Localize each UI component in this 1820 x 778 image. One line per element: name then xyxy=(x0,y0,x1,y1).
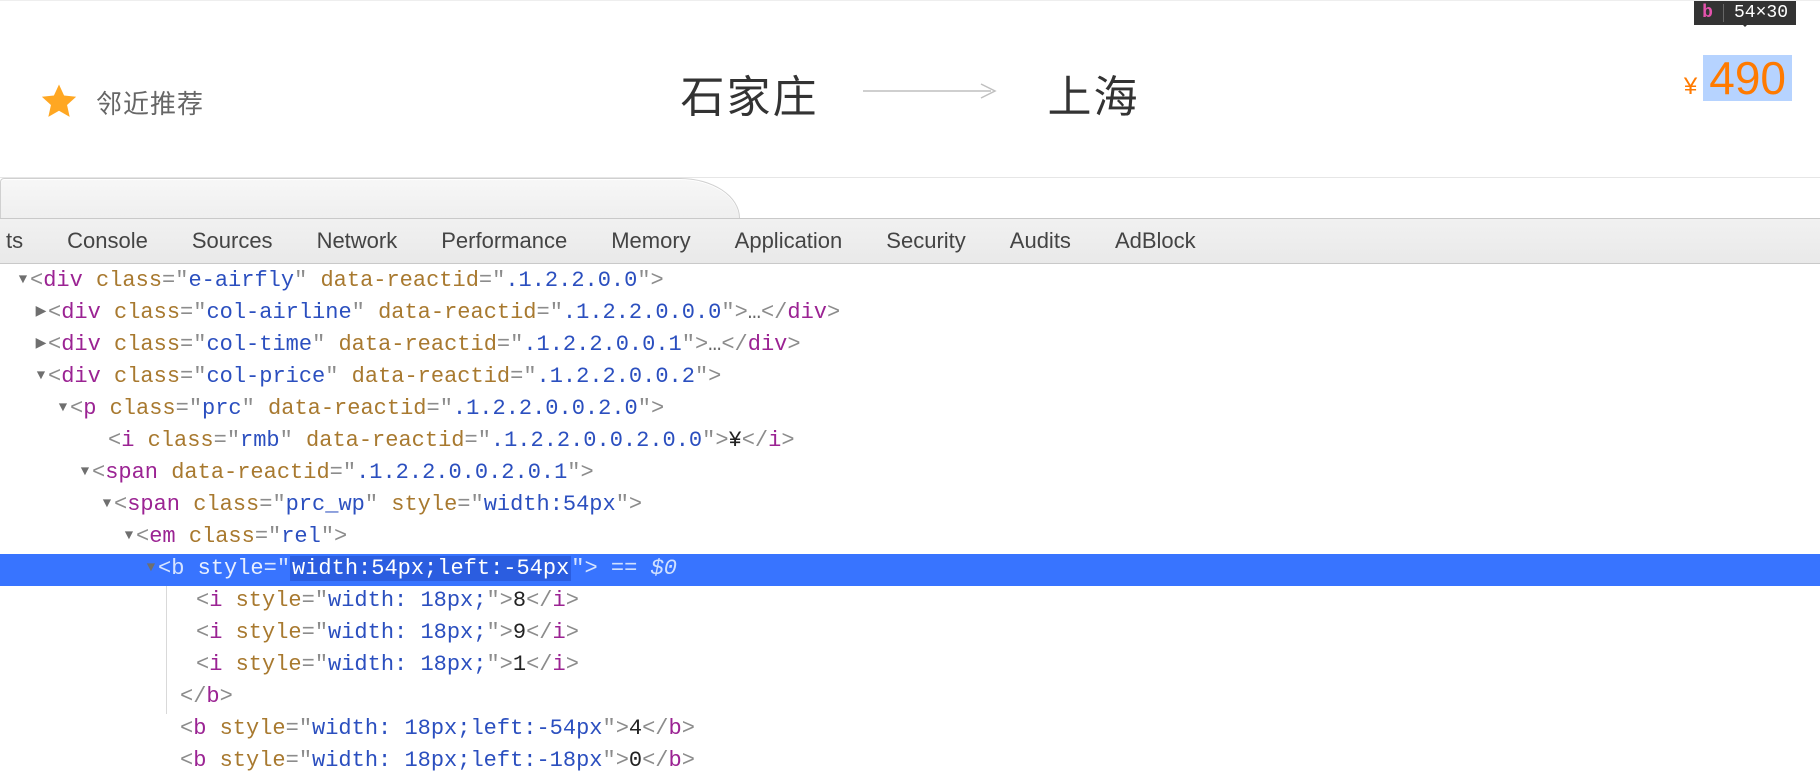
dom-line[interactable]: <p class="prc" data-reactid=".1.2.2.0.0.… xyxy=(0,394,1820,426)
tab-memory[interactable]: Memory xyxy=(589,228,712,254)
element-dimensions-tooltip: b 54×30 xyxy=(1694,1,1796,25)
dom-line[interactable]: ·<i style="width: 18px;">9</i> xyxy=(0,618,1820,650)
elements-tree[interactable]: <div class="e-airfly" data-reactid=".1.2… xyxy=(0,264,1820,748)
destination-city: 上海 xyxy=(1047,61,1139,125)
dom-line[interactable]: <span data-reactid=".1.2.2.0.0.2.0.1"> xyxy=(0,458,1820,490)
dom-line[interactable]: ·<b style="width: 18px;left:-18px">0</b> xyxy=(0,746,1820,778)
arrow-icon xyxy=(863,81,1003,106)
tab-network[interactable]: Network xyxy=(295,228,420,254)
price-block: ¥ 490 xyxy=(1684,55,1792,101)
dom-line[interactable]: <div class="col-time" data-reactid=".1.2… xyxy=(0,330,1820,362)
tab-audits[interactable]: Audits xyxy=(988,228,1093,254)
price-value: 490 xyxy=(1703,55,1792,101)
dom-line[interactable]: ·<i style="width: 18px;">1</i> xyxy=(0,650,1820,682)
dom-line[interactable]: <div class="col-airline" data-reactid=".… xyxy=(0,298,1820,330)
dom-line[interactable]: <div class="e-airfly" data-reactid=".1.2… xyxy=(0,266,1820,298)
dom-line[interactable]: <b style="width:54px;left:-54px"> == $0 xyxy=(0,554,1820,586)
devtools-active-tab-curve xyxy=(0,178,740,218)
tab-elements-cut[interactable]: ts xyxy=(0,228,45,254)
dom-line[interactable]: ·<i class="rmb" data-reactid=".1.2.2.0.0… xyxy=(0,426,1820,458)
tooltip-tagname: b xyxy=(1702,3,1713,23)
tab-performance[interactable]: Performance xyxy=(419,228,589,254)
dom-line[interactable]: ·<i style="width: 18px;">8</i> xyxy=(0,586,1820,618)
currency-symbol: ¥ xyxy=(1684,73,1697,101)
dom-line[interactable]: <div class="col-price" data-reactid=".1.… xyxy=(0,362,1820,394)
devtools-tabs: ts Console Sources Network Performance M… xyxy=(0,218,1820,264)
dom-line[interactable]: <em class="rel"> xyxy=(0,522,1820,554)
tab-sources[interactable]: Sources xyxy=(170,228,295,254)
tab-security[interactable]: Security xyxy=(864,228,987,254)
origin-city: 石家庄 xyxy=(681,61,819,125)
route-block: 石家庄 上海 xyxy=(0,61,1820,125)
dom-line[interactable]: ·<b style="width: 18px;left:-54px">4</b> xyxy=(0,714,1820,746)
dom-line[interactable]: <span class="prc_wp" style="width:54px"> xyxy=(0,490,1820,522)
tooltip-separator xyxy=(1723,4,1724,22)
devtools-panel: ts Console Sources Network Performance M… xyxy=(0,178,1820,748)
tooltip-dimensions: 54×30 xyxy=(1734,3,1788,23)
dom-line[interactable]: ·</b> xyxy=(0,682,1820,714)
flight-row: b 54×30 邻近推荐 石家庄 上海 ¥ 490 xyxy=(0,0,1820,178)
tab-application[interactable]: Application xyxy=(713,228,865,254)
tab-adblock[interactable]: AdBlock xyxy=(1093,228,1218,254)
tab-console[interactable]: Console xyxy=(45,228,170,254)
